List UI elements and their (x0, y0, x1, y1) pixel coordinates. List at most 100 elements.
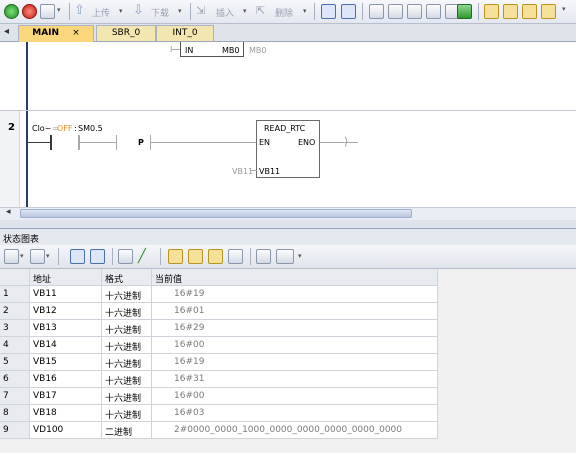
format-cell[interactable]: 十六进制 (102, 388, 152, 405)
wire (320, 142, 358, 143)
read-all-forced-icon[interactable] (522, 4, 537, 19)
address-cell[interactable]: VB13 (30, 320, 102, 337)
wire (80, 142, 116, 143)
param-address: VB11 (259, 167, 281, 176)
row-number: 7 (0, 388, 30, 405)
program-status-icon[interactable] (321, 4, 336, 19)
value-cell[interactable]: 2#0000_0000_1000_0000_0000_0000_0000_000… (152, 422, 438, 439)
tab-close-icon[interactable]: × (72, 28, 80, 38)
address-cell[interactable]: VB14 (30, 337, 102, 354)
scroll-left-icon[interactable]: ◂ (6, 207, 11, 217)
force-icon[interactable] (457, 4, 472, 19)
unforce-all-icon[interactable] (228, 249, 243, 264)
insert-button[interactable]: 插入 (216, 6, 234, 19)
row-number: 1 (0, 286, 30, 303)
address-cell[interactable]: VB17 (30, 388, 102, 405)
format-cell[interactable]: 十六进制 (102, 354, 152, 371)
timebase-dropdown-icon[interactable]: ▾ (298, 252, 302, 260)
rung-end-arrow-icon: ⟩ (344, 135, 349, 148)
unforce-icon[interactable] (188, 249, 203, 264)
insert-dropdown-icon[interactable]: ▾ (243, 7, 247, 15)
upload-dropdown-icon[interactable]: ▾ (119, 7, 123, 15)
splitter[interactable] (0, 220, 576, 228)
column-header-format[interactable]: 格式 (102, 269, 152, 286)
delete-button[interactable]: 删除 (275, 6, 293, 19)
add-row-dropdown-icon[interactable]: ▾ (20, 252, 24, 260)
column-header-value[interactable]: 当前值 (152, 269, 438, 286)
stop-icon[interactable] (22, 4, 37, 19)
format-cell[interactable]: 十六进制 (102, 303, 152, 320)
tab-int0[interactable]: INT_0 (156, 25, 214, 41)
remove-row-icon[interactable] (30, 249, 45, 264)
upload-button[interactable]: 上传 (92, 6, 110, 19)
address-cell[interactable]: VB15 (30, 354, 102, 371)
format-cell[interactable]: 十六进制 (102, 286, 152, 303)
row-number-header (0, 269, 30, 286)
unforce-all-icon[interactable] (541, 4, 556, 19)
network1-contact-label: IN (185, 46, 194, 55)
main-toolbar: ▾ ⇧ 上传 ▾ ⇩ 下载 ▾ ⇲ 插入 ▾ ⇱ 删除 ▾ ▾ (0, 0, 576, 24)
unlock-icon[interactable] (503, 4, 518, 19)
prev-bookmark-icon[interactable] (426, 4, 441, 19)
remove-row-dropdown-icon[interactable]: ▾ (46, 252, 50, 260)
pen-icon[interactable]: ╱ (138, 249, 153, 264)
tab-int0-label: INT_0 (172, 28, 198, 38)
tab-sbr0[interactable]: SBR_0 (96, 25, 156, 41)
run-icon[interactable] (4, 4, 19, 19)
read-forced-icon[interactable] (208, 249, 223, 264)
address-cell[interactable]: VD100 (30, 422, 102, 439)
force-lock-icon[interactable] (168, 249, 183, 264)
param-echo: VB11 (232, 167, 254, 176)
address-cell[interactable]: VB12 (30, 303, 102, 320)
delete-dropdown-icon[interactable]: ▾ (303, 7, 307, 15)
compile-dropdown-icon[interactable]: ▾ (55, 4, 65, 19)
hscroll-thumb[interactable] (20, 209, 412, 218)
single-read-icon[interactable] (90, 249, 105, 264)
value-cell[interactable]: 16#29 (152, 320, 438, 337)
format-cell[interactable]: 十六进制 (102, 337, 152, 354)
wire (250, 170, 257, 171)
insert-icon[interactable]: ⇲ (196, 4, 211, 19)
delete-icon[interactable]: ⇱ (256, 4, 271, 19)
bookmark-icon[interactable] (388, 4, 403, 19)
value-cell[interactable]: 16#03 (152, 405, 438, 422)
row-number: 3 (0, 320, 30, 337)
chart-status-toggle-icon[interactable] (70, 249, 85, 264)
tab-main[interactable]: MAIN × (18, 25, 94, 42)
next-bookmark-icon[interactable] (407, 4, 422, 19)
value-cell[interactable]: 16#19 (152, 354, 438, 371)
download-dropdown-icon[interactable]: ▾ (178, 7, 182, 15)
value-cell[interactable]: 16#00 (152, 337, 438, 354)
format-cell[interactable]: 十六进制 (102, 320, 152, 337)
wire (151, 142, 257, 143)
write-all-icon[interactable] (118, 249, 133, 264)
block-title: READ_RTC (264, 124, 306, 133)
value-cell[interactable]: 16#31 (152, 371, 438, 388)
address-cell[interactable]: VB18 (30, 405, 102, 422)
download-icon[interactable]: ⇩ (133, 4, 148, 19)
value-cell[interactable]: 16#19 (152, 286, 438, 303)
more-tools-icon[interactable]: ▾ (560, 4, 575, 19)
network-number: 2 (8, 122, 15, 133)
add-row-icon[interactable] (4, 249, 19, 264)
address-cell[interactable]: VB11 (30, 286, 102, 303)
column-header-address[interactable]: 地址 (30, 269, 102, 286)
format-cell[interactable]: 二进制 (102, 422, 152, 439)
format-cell[interactable]: 十六进制 (102, 405, 152, 422)
trend-view-icon[interactable] (256, 249, 271, 264)
value-cell[interactable]: 16#01 (152, 303, 438, 320)
chart-status-icon[interactable] (341, 4, 356, 19)
compile-icon[interactable] (40, 4, 55, 19)
row-number: 4 (0, 337, 30, 354)
contact-left-bar (50, 135, 52, 150)
ladder-editor[interactable]: I IN MB0 MB0 2 Clo~ = OFF : SM0.5 P READ… (0, 42, 576, 207)
upload-icon[interactable]: ⇧ (74, 4, 89, 19)
address-cell[interactable]: VB16 (30, 371, 102, 388)
timebase-icon[interactable] (276, 249, 294, 264)
format-cell[interactable]: 十六进制 (102, 371, 152, 388)
download-button[interactable]: 下载 (151, 6, 169, 19)
tab-scroll-left-icon[interactable]: ◂ (4, 26, 9, 37)
lock-icon[interactable] (484, 4, 499, 19)
pause-trend-icon[interactable] (369, 4, 384, 19)
value-cell[interactable]: 16#00 (152, 388, 438, 405)
